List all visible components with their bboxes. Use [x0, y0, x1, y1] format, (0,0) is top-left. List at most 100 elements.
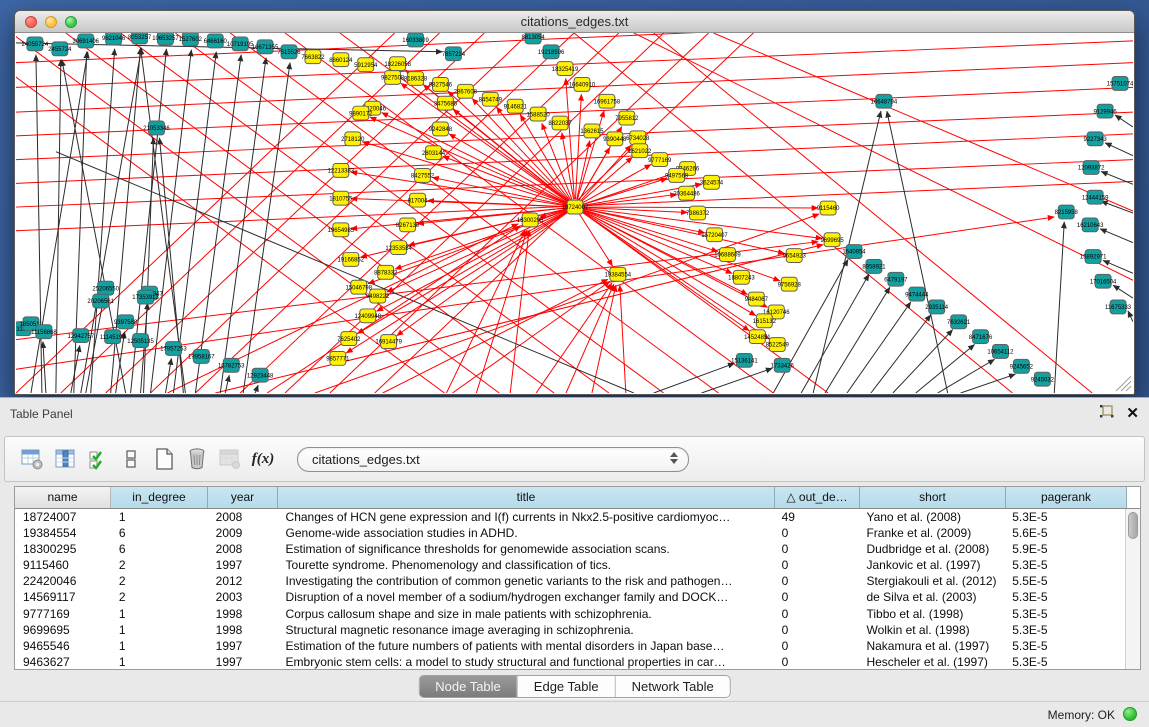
- graph-edge[interactable]: [938, 359, 995, 393]
- table-settings-icon[interactable]: [19, 446, 45, 472]
- graph-edge[interactable]: [255, 385, 258, 393]
- table-cell[interactable]: 2: [111, 557, 208, 573]
- table-cell[interactable]: Tibbo et al. (1998): [858, 606, 1004, 622]
- column-header-pagerank[interactable]: pagerank: [1006, 487, 1127, 508]
- column-header-short[interactable]: short: [860, 487, 1006, 508]
- column-header-out-degree[interactable]: △ out_de…: [775, 487, 860, 508]
- table-cell[interactable]: Yano et al. (2008): [858, 509, 1004, 525]
- table-cell[interactable]: 14569117: [15, 589, 111, 605]
- graph-edge[interactable]: [801, 274, 869, 393]
- table-row[interactable]: 969969511998Structural magnetic resonanc…: [15, 622, 1125, 638]
- graph-edge[interactable]: [1113, 285, 1133, 298]
- table-cell[interactable]: 1: [111, 654, 208, 670]
- float-panel-icon[interactable]: [1099, 404, 1114, 424]
- table-cell[interactable]: 5.3E-5: [1004, 509, 1125, 525]
- table-row[interactable]: 1938455462009Genome-wide association stu…: [15, 525, 1125, 541]
- table-cell[interactable]: 0: [774, 573, 859, 589]
- table-cell[interactable]: 2008: [208, 541, 278, 557]
- graph-edge[interactable]: [654, 363, 735, 393]
- table-cell[interactable]: 18724007: [15, 509, 111, 525]
- table-scrollbar[interactable]: [1125, 509, 1140, 669]
- graph-edge[interactable]: [961, 374, 1016, 393]
- graph-edge[interactable]: [383, 279, 608, 393]
- graph-edge[interactable]: [582, 164, 651, 203]
- table-cell[interactable]: 0: [774, 589, 859, 605]
- delete-table-icon[interactable]: [184, 446, 210, 472]
- graph-edge[interactable]: [654, 33, 1092, 393]
- graph-edge[interactable]: [620, 285, 626, 393]
- new-table-icon[interactable]: [151, 446, 177, 472]
- graph-edge[interactable]: [243, 63, 290, 393]
- graph-edge[interactable]: [887, 111, 948, 393]
- graph-edge[interactable]: [916, 345, 975, 393]
- table-row[interactable]: 911546021997Tourette syndrome. Phenomeno…: [15, 557, 1125, 573]
- table-cell[interactable]: Wolkin et al. (1998): [858, 622, 1004, 638]
- table-cell[interactable]: Changes of HCN gene expression and I(f) …: [278, 509, 774, 525]
- table-cell[interactable]: Investigating the contribution of common…: [278, 573, 774, 589]
- graph-edge[interactable]: [144, 138, 154, 393]
- graph-edge[interactable]: [1101, 201, 1133, 213]
- table-cell[interactable]: Hescheler et al. (1997): [858, 654, 1004, 670]
- tab-node-table[interactable]: Node Table: [419, 676, 518, 697]
- table-cell[interactable]: Nakamura et al. (1997): [858, 638, 1004, 654]
- table-cell[interactable]: 9465546: [15, 638, 111, 654]
- table-cell[interactable]: Tourette syndrome. Phenomenology and cla…: [278, 557, 774, 573]
- graph-edge[interactable]: [362, 142, 567, 205]
- table-cell[interactable]: 1: [111, 606, 208, 622]
- table-cell[interactable]: 0: [774, 557, 859, 573]
- table-cell[interactable]: 5.3E-5: [1004, 606, 1125, 622]
- table-cell[interactable]: 2012: [208, 573, 278, 589]
- table-row[interactable]: 1830029562008Estimation of significance …: [15, 541, 1125, 557]
- table-cell[interactable]: 1998: [208, 606, 278, 622]
- table-cell[interactable]: Genome-wide association studies in ADHD.: [278, 525, 774, 541]
- table-cell[interactable]: 1: [111, 622, 208, 638]
- select-columns-icon[interactable]: [85, 446, 111, 472]
- table-cell[interactable]: 5.9E-5: [1004, 541, 1125, 557]
- table-cell[interactable]: 0: [774, 654, 859, 670]
- table-cell[interactable]: 5.5E-5: [1004, 573, 1125, 589]
- table-cell[interactable]: Jankovic et al. (1997): [858, 557, 1004, 573]
- table-cell[interactable]: 22420046: [15, 573, 111, 589]
- graph-edge[interactable]: [893, 330, 953, 393]
- table-row[interactable]: 946554611997Estimation of the future num…: [15, 638, 1125, 654]
- table-cell[interactable]: 9699695: [15, 622, 111, 638]
- table-cell[interactable]: Estimation of the future numbers of pati…: [278, 638, 774, 654]
- column-header-name[interactable]: name: [15, 487, 111, 508]
- graph-edge[interactable]: [871, 315, 931, 393]
- table-cell[interactable]: 2008: [208, 509, 278, 525]
- table-cell[interactable]: 2: [111, 589, 208, 605]
- window-titlebar[interactable]: citations_edges.txt: [15, 11, 1134, 33]
- table-cell[interactable]: de Silva et al. (2003): [858, 589, 1004, 605]
- table-cell[interactable]: 19384554: [15, 525, 111, 541]
- graph-edge[interactable]: [1054, 222, 1064, 393]
- table-row[interactable]: 946362711997Embryonic stem cells: a mode…: [15, 654, 1125, 670]
- table-cell[interactable]: Estimation of significance thresholds fo…: [278, 541, 774, 557]
- table-cell[interactable]: 5.6E-5: [1004, 525, 1125, 541]
- graph-edge[interactable]: [1103, 260, 1133, 273]
- table-cell[interactable]: 18300295: [15, 541, 111, 557]
- minimize-window-button[interactable]: [45, 16, 57, 28]
- table-cell[interactable]: Corpus callosum shape and size in male p…: [278, 606, 774, 622]
- table-cell[interactable]: 5.3E-5: [1004, 654, 1125, 670]
- network-view[interactable]: 1872400776638228860124591295418226058982…: [16, 33, 1133, 393]
- close-window-button[interactable]: [25, 16, 37, 28]
- table-row[interactable]: 977716911998Corpus callosum shape and si…: [15, 606, 1125, 622]
- table-cell[interactable]: 1997: [208, 557, 278, 573]
- table-cell[interactable]: Structural magnetic resonance image aver…: [278, 622, 774, 638]
- row-height-icon[interactable]: [118, 446, 144, 472]
- graph-edge[interactable]: [574, 33, 1012, 393]
- table-cell[interactable]: Stergiakouli et al. (2012): [858, 573, 1004, 589]
- show-columns-icon[interactable]: [52, 446, 78, 472]
- table-cell[interactable]: 49: [774, 509, 859, 525]
- table-cell[interactable]: 9777169: [15, 606, 111, 622]
- table-selector-dropdown[interactable]: citations_edges.txt: [297, 447, 689, 472]
- function-builder-icon[interactable]: f(x): [250, 446, 276, 472]
- table-cell[interactable]: Embryonic stem cells: a model to study s…: [278, 654, 774, 670]
- table-cell[interactable]: Disruption of a novel member of a sodium…: [278, 589, 774, 605]
- table-cell[interactable]: 0: [774, 606, 859, 622]
- table-cell[interactable]: 5.3E-5: [1004, 638, 1125, 654]
- table-cell[interactable]: 5.3E-5: [1004, 557, 1125, 573]
- table-cell[interactable]: 6: [111, 541, 208, 557]
- table-row[interactable]: 1872400712008Changes of HCN gene express…: [15, 509, 1125, 525]
- graph-edge[interactable]: [346, 211, 568, 353]
